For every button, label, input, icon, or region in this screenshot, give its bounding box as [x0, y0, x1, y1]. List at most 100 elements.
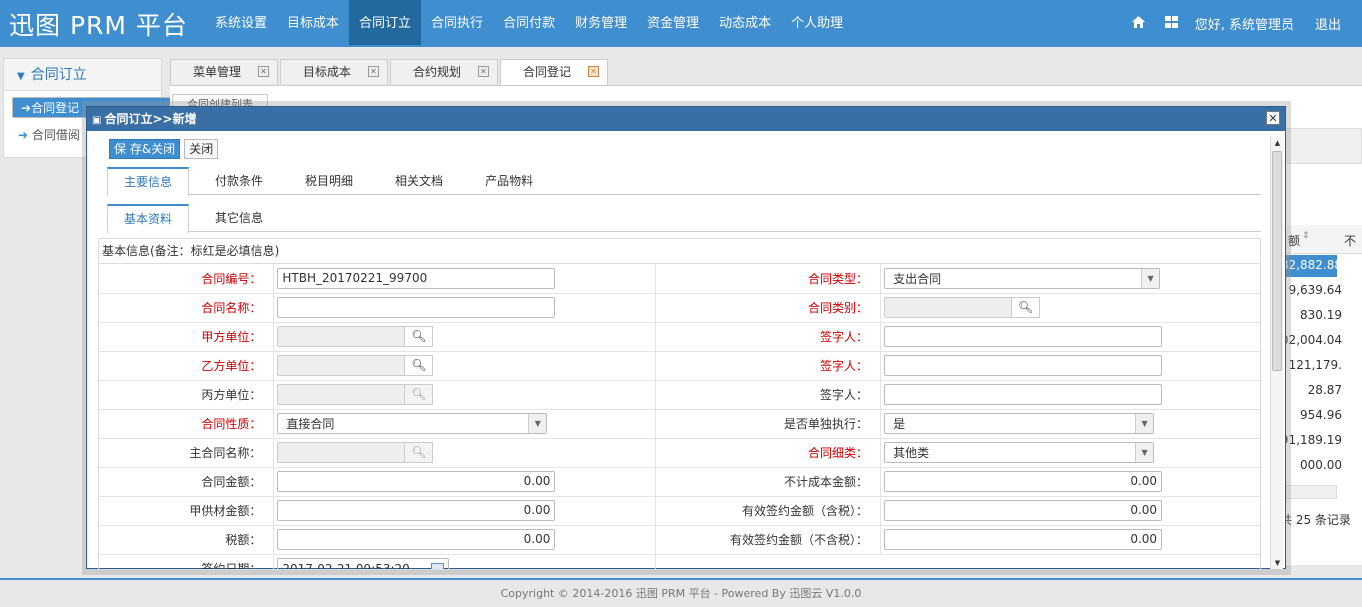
tab-product-materials[interactable]: 产品物料 [469, 167, 549, 195]
sign-date-picker[interactable]: 2017-02-21 09:53:20 [277, 558, 450, 569]
label-party-c: 丙方单位： [99, 380, 275, 410]
separate-execution-select[interactable]: 是 ▼ [884, 413, 1155, 434]
logout-link[interactable]: 退出 [1315, 14, 1341, 33]
label-supplied-material: 甲供材金额： [99, 496, 275, 526]
grid-cell[interactable]: 121,179. [1289, 358, 1342, 372]
search-panel [1280, 128, 1362, 164]
close-icon[interactable]: ✕ [1266, 111, 1280, 125]
sidebar-header[interactable]: ▼ 合同订立 [4, 59, 161, 91]
sort-icon[interactable]: ⇕ [1302, 231, 1310, 241]
search-icon[interactable]: 🔍︎ [405, 326, 434, 347]
footer-divider [0, 578, 1362, 580]
valid-amount-excl-tax-input[interactable]: 0.00 [884, 529, 1163, 550]
label-contract-type: 合同类型： [655, 264, 882, 294]
grid-cell[interactable]: 830.19 [1300, 308, 1342, 322]
nav-item-contract-payment[interactable]: 合同付款 [493, 0, 565, 45]
background-data-grid: 额 ⇕ 不 82,882.88 9,639.64 830.19 02,004.0… [1280, 185, 1362, 533]
save-close-button[interactable]: 保 存&关闭 [109, 139, 181, 159]
tab-contract-register[interactable]: 合同登记 ✕ [500, 59, 608, 86]
search-icon[interactable]: 🔍︎ [1012, 297, 1041, 318]
non-cost-amount-input[interactable]: 0.00 [884, 471, 1163, 492]
page-tabs: 菜单管理 ✕ 目标成本 ✕ 合约规划 ✕ 合同登记 ✕ [170, 59, 610, 86]
label-party-a: 甲方单位： [99, 322, 275, 352]
search-icon[interactable]: 🔍︎ [405, 355, 434, 376]
main-contract-lookup[interactable]: 🔍︎ [277, 442, 434, 463]
user-greeting[interactable]: 您好, 系统管理员 [1195, 14, 1294, 33]
party-a-field[interactable] [277, 326, 406, 347]
main-tabs: 主要信息 付款条件 税目明细 相关文档 产品物料 [107, 167, 1261, 196]
nav-item-finance[interactable]: 财务管理 [565, 0, 637, 45]
dialog-vertical-scrollbar[interactable]: ▲ ▼ [1270, 137, 1283, 569]
contract-amount-input[interactable]: 0.00 [277, 471, 556, 492]
tab-tax-details[interactable]: 税目明细 [289, 167, 369, 195]
grid-cell[interactable]: 954.96 [1300, 408, 1342, 422]
close-button[interactable]: 关闭 [184, 139, 219, 159]
contract-name-input[interactable] [277, 297, 556, 318]
close-icon[interactable]: ✕ [258, 66, 269, 77]
tab-related-docs[interactable]: 相关文档 [379, 167, 459, 195]
label-tax: 税额： [99, 525, 275, 555]
close-icon[interactable]: ✕ [478, 66, 489, 77]
contract-subclass-select[interactable]: 其他类 ▼ [884, 442, 1155, 463]
dialog-title: 合同订立>>新增 [104, 112, 197, 126]
calendar-icon[interactable] [431, 563, 445, 569]
label-signer-c: 签字人： [655, 380, 882, 410]
app-logo: 迅图 PRM 平台 [9, 11, 188, 40]
grid-cell[interactable]: 9,639.64 [1289, 283, 1342, 297]
signer-c-input[interactable] [884, 384, 1163, 405]
top-bar: 迅图 PRM 平台 系统设置 目标成本 合同订立 合同执行 合同付款 财务管理 … [0, 0, 1362, 47]
nav-item-funds[interactable]: 资金管理 [637, 0, 709, 45]
tab-basic-info[interactable]: 基本资料 [107, 204, 190, 233]
supplied-material-input[interactable]: 0.00 [277, 500, 556, 521]
contract-nature-select[interactable]: 直接合同 ▼ [277, 413, 548, 434]
scroll-thumb[interactable] [1272, 151, 1282, 371]
tab-payment-terms[interactable]: 付款条件 [199, 167, 279, 195]
nav-item-system-settings[interactable]: 系统设置 [205, 0, 277, 45]
tab-other-info[interactable]: 其它信息 [199, 204, 279, 232]
search-icon[interactable]: 🔍︎ [405, 442, 434, 463]
top-right-area: 您好, 系统管理员 退出 [1129, 0, 1362, 47]
dialog-header: ▣ 合同订立>>新增 [87, 107, 1285, 131]
contract-category-field[interactable] [884, 297, 1013, 318]
grid-cell[interactable]: 28.87 [1308, 383, 1342, 397]
label-valid-amount-excl-tax: 有效签约金额（不含税）： [655, 525, 882, 555]
tab-contract-planning[interactable]: 合约规划 ✕ [390, 59, 498, 84]
party-b-field[interactable] [277, 355, 406, 376]
tab-target-cost[interactable]: 目标成本 ✕ [280, 59, 388, 84]
signer-a-input[interactable] [884, 326, 1163, 347]
valid-amount-incl-tax-input[interactable]: 0.00 [884, 500, 1163, 521]
nav-item-personal-assistant[interactable]: 个人助理 [781, 0, 853, 45]
tab-menu-management[interactable]: 菜单管理 ✕ [170, 59, 278, 84]
party-a-lookup[interactable]: 🔍︎ [277, 326, 434, 347]
nav-item-target-cost[interactable]: 目标成本 [277, 0, 349, 45]
form-title: 基本信息(备注：标红是必填信息) [99, 239, 1260, 264]
search-icon[interactable]: 🔍︎ [405, 384, 434, 405]
label-contract-amount: 合同金额： [99, 467, 275, 497]
grid-icon[interactable] [1162, 15, 1182, 32]
main-contract-field[interactable] [277, 442, 406, 463]
chevron-down-icon: ▼ [1141, 268, 1160, 288]
grid-cell[interactable]: 000.00 [1300, 458, 1342, 472]
nav-item-dynamic-cost[interactable]: 动态成本 [709, 0, 781, 45]
scroll-up-arrow-icon[interactable]: ▲ [1271, 139, 1284, 147]
tab-main-info[interactable]: 主要信息 [107, 167, 190, 196]
close-icon[interactable]: ✕ [368, 66, 379, 77]
label-signer-a: 签字人： [655, 322, 882, 352]
party-c-field[interactable] [277, 384, 406, 405]
signer-b-input[interactable] [884, 355, 1163, 376]
label-main-contract: 主合同名称： [99, 438, 275, 468]
nav-item-contract-execution[interactable]: 合同执行 [421, 0, 493, 45]
party-b-lookup[interactable]: 🔍︎ [277, 355, 434, 376]
basic-info-form: 基本信息(备注：标红是必填信息) 合同编号： HTBH_20170221_997… [98, 238, 1261, 570]
home-icon[interactable] [1129, 15, 1149, 32]
contract-category-lookup[interactable]: 🔍︎ [884, 297, 1041, 318]
label-contract-no: 合同编号： [99, 264, 275, 294]
contract-type-select[interactable]: 支出合同 ▼ [884, 267, 1161, 289]
contract-no-input[interactable]: HTBH_20170221_99700 [277, 267, 556, 289]
party-c-lookup[interactable]: 🔍︎ [277, 384, 434, 405]
tax-input[interactable]: 0.00 [277, 529, 556, 550]
nav-item-contract-signing[interactable]: 合同订立 [349, 0, 422, 45]
scroll-down-arrow-icon[interactable]: ▼ [1271, 559, 1284, 567]
close-icon[interactable]: ✕ [588, 66, 599, 77]
label-valid-amount-incl-tax: 有效签约金额（含税）： [655, 496, 882, 526]
